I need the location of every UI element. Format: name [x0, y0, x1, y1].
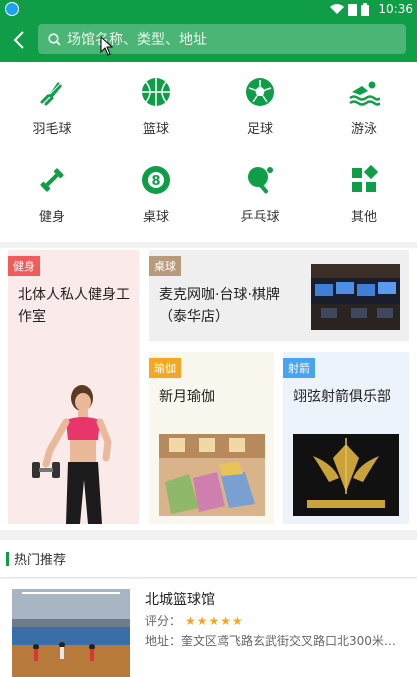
hot-recommend-header: 热门推荐	[0, 540, 417, 578]
venue-card-yoga[interactable]: 瑜伽 新月瑜伽	[149, 352, 274, 524]
rating-label: 评分：	[145, 614, 182, 628]
venue-title: 翊弦射箭俱乐部	[293, 389, 391, 405]
category-other[interactable]: 其他	[312, 150, 416, 238]
category-billiards[interactable]: 8 桌球	[104, 150, 208, 238]
search-icon	[48, 32, 61, 46]
category-label: 游泳	[350, 122, 377, 137]
wifi-icon	[330, 4, 344, 15]
section-accent-bar	[6, 551, 9, 566]
soccer-ball-icon	[246, 78, 274, 106]
billiard-ball-icon: 8	[142, 166, 170, 194]
venue-card-archery[interactable]: 射箭 翊弦射箭俱乐部	[283, 352, 409, 524]
basketball-icon	[142, 78, 170, 106]
category-basketball[interactable]: 篮球	[104, 62, 208, 150]
category-swimming[interactable]: 游泳	[312, 62, 416, 150]
internet-cafe-photo	[311, 264, 400, 330]
shuttlecock-icon	[40, 82, 62, 106]
venue-title: 新月瑜伽	[159, 389, 215, 405]
search-input[interactable]: 场馆名称、类型、地址	[38, 24, 406, 54]
section-title: 热门推荐	[14, 553, 67, 568]
header: 场馆名称、类型、地址	[0, 18, 417, 62]
category-grid: 羽毛球 篮球 足球 游泳 健身 8 桌球 乒乓球 其他	[0, 62, 417, 242]
yoga-studio-photo	[159, 434, 265, 516]
app-notification-icon	[5, 2, 19, 16]
category-label: 篮球	[142, 122, 169, 137]
category-pingpong[interactable]: 乒乓球	[208, 150, 312, 238]
mouse-cursor-icon	[100, 36, 114, 56]
category-fitness[interactable]: 健身	[0, 150, 104, 238]
archery-club-logo	[293, 434, 399, 516]
category-badminton[interactable]: 羽毛球	[0, 62, 104, 150]
search-placeholder: 场馆名称、类型、地址	[67, 32, 207, 48]
category-tag: 桌球	[149, 256, 181, 276]
category-label: 其他	[350, 210, 377, 225]
venue-rating: 评分： ★★★★★	[145, 612, 244, 629]
venue-address: 地址：奎文区鸢飞路玄武街交叉路口北300米路...	[145, 634, 407, 648]
category-tag: 射箭	[283, 358, 315, 378]
svg-text:8: 8	[151, 174, 160, 189]
dumbbell-icon	[40, 168, 64, 192]
swimming-icon	[349, 81, 380, 106]
venue-thumbnail	[12, 589, 130, 677]
clock: 10:36	[378, 2, 413, 16]
battery-icon	[361, 3, 369, 16]
grid-icon	[352, 164, 379, 192]
back-button[interactable]	[8, 28, 30, 52]
venue-title: 北体人私人健身工作室	[18, 287, 130, 325]
category-label: 桌球	[142, 210, 169, 225]
status-bar: 10:36	[0, 0, 417, 18]
category-label: 乒乓球	[240, 210, 280, 225]
venue-card-fitness[interactable]: 健身 北体人私人健身工作室	[8, 250, 139, 524]
featured-venues: 健身 北体人私人健身工作室 桌球 麦克网咖·台球·棋牌（泰华店） 瑜伽 新月瑜伽…	[0, 248, 417, 530]
fitness-photo	[32, 385, 112, 524]
status-icons	[330, 3, 369, 16]
category-label: 足球	[246, 122, 273, 137]
star-rating-icon: ★★★★★	[185, 613, 244, 628]
venue-name: 北城篮球馆	[145, 592, 215, 608]
category-tag: 健身	[8, 256, 40, 276]
category-soccer[interactable]: 足球	[208, 62, 312, 150]
category-label: 健身	[38, 210, 65, 225]
list-item[interactable]: 北城篮球馆 评分： ★★★★★ 地址：奎文区鸢飞路玄武街交叉路口北300米路..…	[0, 579, 417, 677]
ping-pong-icon	[248, 167, 273, 194]
category-tag: 瑜伽	[149, 358, 181, 378]
venue-card-billiards[interactable]: 桌球 麦克网咖·台球·棋牌（泰华店）	[149, 250, 409, 341]
chevron-left-icon	[13, 31, 24, 49]
category-label: 羽毛球	[32, 122, 72, 137]
venue-title: 麦克网咖·台球·棋牌（泰华店）	[159, 287, 280, 325]
sim-icon	[348, 3, 357, 16]
